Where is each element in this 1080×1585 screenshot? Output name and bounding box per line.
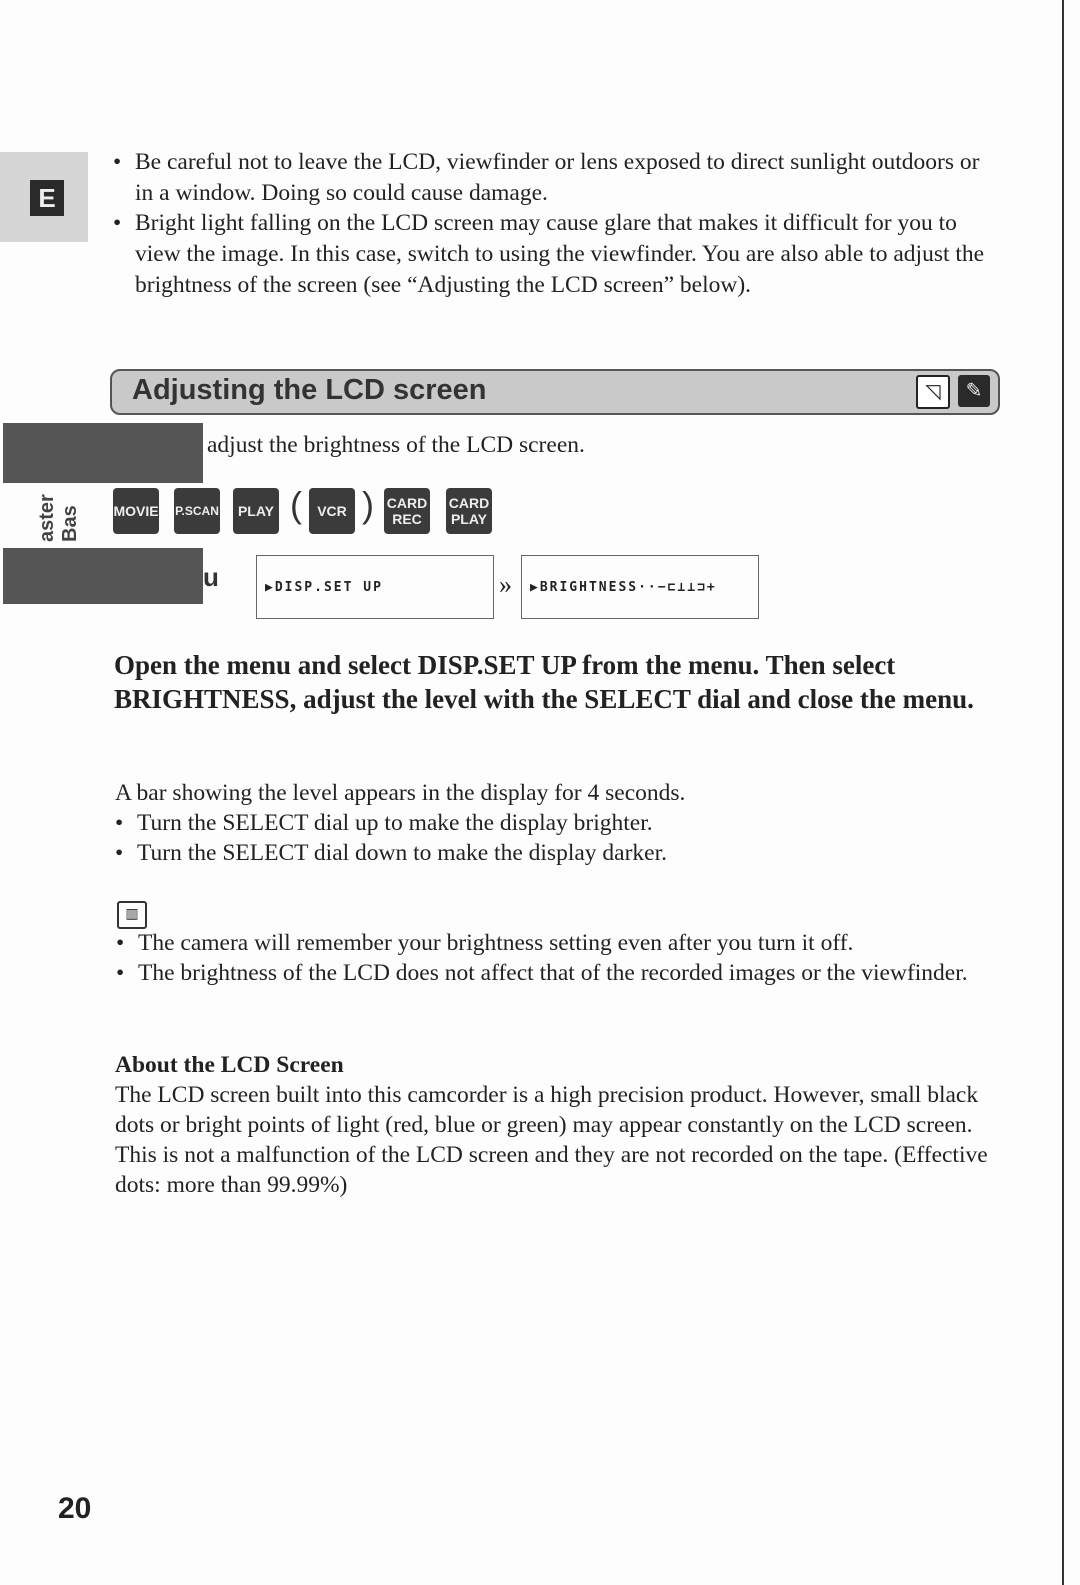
bullet-item: • The camera will remember your brightnes… — [116, 930, 854, 956]
paren-close: ) — [362, 484, 374, 525]
mode-play: PLAY — [233, 488, 279, 534]
intro-text: adjust the brightness of the LCD screen. — [207, 432, 585, 458]
paren-open: ( — [290, 484, 302, 525]
page-number: 20 — [58, 1492, 92, 1525]
side-chapter-label: aster Bas — [36, 494, 81, 542]
menu-screen-brightness: ▶BRIGHTNESS··−⊏⊥⊥⊐+ — [521, 555, 759, 619]
section-header: Adjusting the LCD screen ◹ ✎ — [110, 369, 1000, 415]
remote-control-icon: ✎ — [958, 375, 990, 407]
language-tab: E — [0, 152, 88, 242]
bullet-text: Turn the SELECT dial up to make the disp… — [137, 810, 653, 836]
mode-pscan: P.SCAN — [174, 488, 220, 534]
bullet-item: • Turn the SELECT dial down to make the d… — [115, 840, 667, 866]
section-title: Adjusting the LCD screen — [132, 374, 487, 406]
bullet-text: Bright light falling on the LCD screen m… — [135, 210, 985, 298]
language-tab-label: E — [30, 180, 64, 216]
bullet-item: • Turn the SELECT dial up to make the dis… — [115, 810, 653, 836]
bullet-text: Be careful not to leave the LCD, viewfin… — [135, 149, 980, 206]
page-edge — [1062, 0, 1064, 1585]
bullet-text: The camera will remember your brightness… — [138, 930, 854, 956]
about-text: The LCD screen built into this camcorder… — [115, 1082, 988, 1198]
bullet-item: • Be careful not to leave the LCD, viewfi… — [113, 149, 980, 206]
instruction-heading: Open the menu and select DISP.SET UP fro… — [114, 650, 974, 714]
lcd-panel-icon: ◹ — [916, 375, 950, 409]
redaction-block — [3, 548, 203, 604]
mode-movie: MOVIE — [113, 488, 159, 534]
bullet-text: Turn the SELECT dial down to make the di… — [137, 840, 667, 866]
about-heading: About the LCD Screen — [115, 1052, 344, 1078]
mode-card-play: CARD PLAY — [446, 488, 492, 534]
double-arrow-icon: » — [499, 570, 512, 599]
bullet-item: • Bright light falling on the LCD screen … — [113, 210, 985, 298]
bullet-text: The brightness of the LCD does not affec… — [138, 960, 968, 986]
bullet-item: • The brightness of the LCD does not affe… — [116, 960, 968, 986]
mode-card-rec: CARD REC — [384, 488, 430, 534]
memo-icon: ▥ — [117, 901, 147, 929]
side-menu-fragment: u — [203, 562, 219, 592]
menu-screen-disp-setup: ▶DISP.SET UP — [256, 555, 494, 619]
mode-vcr: VCR — [309, 488, 355, 534]
redaction-block — [3, 423, 203, 483]
level-text: A bar showing the level appears in the d… — [115, 780, 686, 806]
manual-page: E • Be careful not to leave the LCD, view… — [0, 0, 1080, 1585]
